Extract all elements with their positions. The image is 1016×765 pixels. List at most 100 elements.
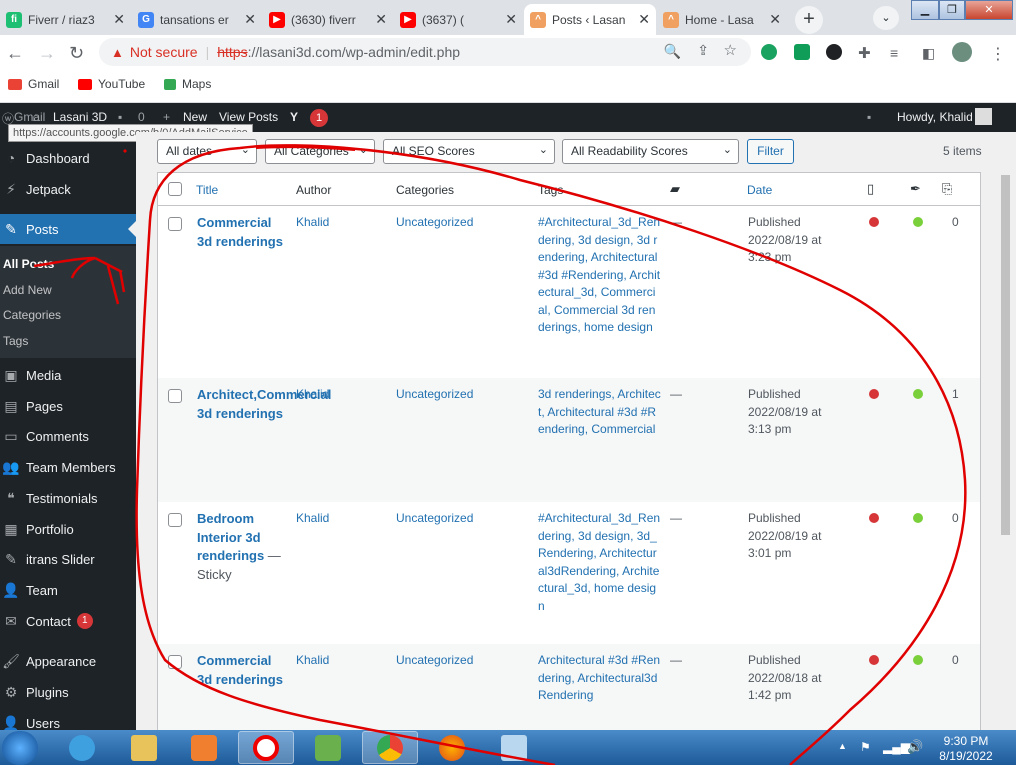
scrollbar-thumb[interactable] — [1001, 175, 1010, 535]
grammarly-extension-icon[interactable] — [761, 44, 777, 60]
address-bar[interactable]: ▲ Not secure | https ://lasani3d.com/wp-… — [99, 38, 751, 66]
admin-notice-icon[interactable]: ▪ — [867, 110, 871, 124]
sidebar-item-portfolio[interactable]: ▦ Portfolio — [0, 514, 136, 544]
post-title-link[interactable]: Commercial 3d renderings — [197, 653, 283, 687]
post-title-link[interactable]: Bedroom Interior 3d renderings — [197, 511, 264, 563]
filter-button[interactable]: Filter — [747, 139, 794, 164]
readability-filter-select[interactable]: All Readability Scores ⌄ — [562, 139, 739, 164]
profile-avatar[interactable] — [952, 42, 972, 62]
share-icon[interactable]: ⇪ — [697, 42, 709, 59]
post-tags[interactable]: #Architectural_3d_Rendering, 3d design, … — [538, 510, 662, 615]
post-tags[interactable]: #Architectural_3d_Rendering, 3d design, … — [538, 214, 662, 337]
submenu-all-posts[interactable]: All Posts — [3, 257, 54, 271]
volume-icon[interactable]: 🔊 — [907, 739, 923, 755]
sidebar-item-team[interactable]: 👤 Team — [0, 575, 136, 605]
browser-menu-icon[interactable]: ⋮ — [990, 44, 1006, 64]
bookmark-gmail[interactable]: Gmail — [8, 77, 59, 91]
sheets-extension-icon[interactable] — [794, 44, 810, 60]
bookmark-star-icon[interactable]: ☆ — [724, 41, 737, 59]
select-all-checkbox[interactable] — [168, 182, 182, 196]
row-checkbox[interactable] — [168, 217, 182, 231]
post-author-link[interactable]: Khalid — [296, 386, 329, 404]
post-category-link[interactable]: Uncategorized — [396, 214, 473, 232]
taskbar-opera[interactable] — [238, 731, 294, 764]
new-tab-button[interactable]: + — [795, 6, 823, 34]
browser-tab[interactable]: fi Fiverr / riaz3 ✕ — [0, 4, 131, 35]
g-extension-icon[interactable] — [826, 44, 842, 60]
new-content-link[interactable]: New — [183, 110, 207, 124]
sidebar-item-itrans-slider[interactable]: ✎ itrans Slider — [0, 544, 136, 574]
post-category-link[interactable]: Uncategorized — [396, 386, 473, 404]
howdy-user-link[interactable]: Howdy, Khalid — [897, 110, 973, 124]
post-author-link[interactable]: Khalid — [296, 652, 329, 670]
start-button[interactable] — [2, 731, 38, 765]
seo-filter-select[interactable]: All SEO Scores ⌄ — [383, 139, 555, 164]
sidebar-item-comments[interactable]: ▭ Comments — [0, 421, 136, 451]
tab-close-icon[interactable]: ✕ — [638, 11, 650, 28]
not-secure-label[interactable]: Not secure — [130, 44, 198, 60]
tab-close-icon[interactable]: ✕ — [244, 11, 256, 28]
reload-icon[interactable]: ↻ — [69, 43, 84, 64]
show-hidden-icons[interactable]: ▲ — [838, 741, 847, 751]
row-checkbox[interactable] — [168, 655, 182, 669]
taskbar-ie[interactable] — [54, 731, 110, 764]
post-author-link[interactable]: Khalid — [296, 510, 329, 528]
browser-tab[interactable]: ▶ (3630) fiverr ✕ — [263, 4, 393, 35]
browser-tab[interactable]: ▶ (3637) (✕ — [394, 4, 523, 35]
comments-count[interactable]: 0 — [138, 110, 145, 124]
taskbar-chrome[interactable] — [362, 731, 418, 764]
window-close-button[interactable]: ✕ — [965, 0, 1013, 20]
taskbar-app[interactable] — [486, 731, 542, 764]
submenu-categories[interactable]: Categories — [3, 308, 61, 322]
post-tags[interactable]: Architectural #3d #Rendering, Architectu… — [538, 652, 662, 705]
forward-arrow-icon[interactable]: → — [38, 43, 56, 64]
taskbar-3gp[interactable] — [300, 731, 356, 764]
taskbar-explorer[interactable] — [116, 731, 172, 764]
sidebar-item-posts[interactable]: ✎ Posts — [0, 214, 136, 244]
sidebar-item-plugins[interactable]: ⚙ Plugins — [0, 677, 136, 707]
maximize-button[interactable]: ❐ — [939, 0, 965, 20]
sidebar-item-appearance[interactable]: 🖌 Appearance — [0, 646, 136, 676]
network-signal-icon[interactable]: ▂▄▆ — [883, 740, 910, 754]
sidebar-item-dashboard[interactable]: ◔ Dashboard — [0, 143, 136, 173]
tab-close-icon[interactable]: ✕ — [505, 11, 517, 28]
category-filter-select[interactable]: All Categories ⌄ — [265, 139, 375, 164]
tab-close-icon[interactable]: ✕ — [769, 11, 781, 28]
sidebar-item-testimonials[interactable]: ❝ Testimonials — [0, 483, 136, 513]
home-icon[interactable]: ⌂ — [32, 110, 39, 124]
notification-badge[interactable]: 1 — [310, 109, 328, 127]
user-avatar[interactable] — [975, 108, 992, 125]
comments-column-icon[interactable]: ▰ — [670, 181, 680, 197]
submenu-tags[interactable]: Tags — [3, 334, 28, 348]
sidebar-item-team-members[interactable]: 👥 Team Members — [0, 452, 136, 482]
browser-tab[interactable]: ^ Posts ‹ Lasan ✕ — [524, 4, 656, 35]
reading-list-icon[interactable]: ≡ — [890, 45, 898, 61]
taskbar-firefox[interactable] — [424, 731, 480, 764]
post-tags[interactable]: 3d renderings, Architect, Architectural … — [538, 386, 662, 439]
back-arrow-icon[interactable]: ← — [6, 43, 24, 64]
zoom-icon[interactable]: 🔍 — [664, 43, 681, 60]
tab-close-icon[interactable]: ✕ — [113, 11, 125, 28]
taskbar-media[interactable] — [176, 731, 232, 764]
extensions-puzzle-icon[interactable]: ✚ — [858, 44, 871, 62]
row-checkbox[interactable] — [168, 389, 182, 403]
post-title-link[interactable]: Commercial 3d renderings — [197, 215, 283, 249]
column-date-header[interactable]: Date — [747, 183, 772, 197]
column-title-header[interactable]: Title — [196, 183, 218, 197]
bookmark-maps[interactable]: Maps — [164, 77, 211, 91]
sidebar-item-jetpack[interactable]: ⚡ Jetpack — [0, 174, 136, 204]
date-filter-select[interactable]: All dates ⌄ — [157, 139, 257, 164]
sidebar-item-pages[interactable]: ▤ Pages — [0, 391, 136, 421]
comment-bubble-icon[interactable]: ▪ — [118, 110, 122, 124]
minimize-button[interactable]: ▁ — [911, 0, 939, 20]
side-panel-icon[interactable]: ◧ — [922, 45, 935, 62]
sidebar-item-contact[interactable]: ✉ Contact 1 — [0, 606, 136, 636]
browser-tab[interactable]: ^ Home - Lasa ✕ — [657, 4, 787, 35]
browser-tab[interactable]: Gtansations er ✕ — [132, 4, 262, 35]
post-author-link[interactable]: Khalid — [296, 214, 329, 232]
yoast-icon[interactable]: Y — [290, 110, 298, 124]
sidebar-item-media[interactable]: ▣ Media — [0, 360, 136, 390]
tab-close-icon[interactable]: ✕ — [375, 11, 387, 28]
tab-search-icon[interactable]: ⌄ — [873, 6, 899, 30]
post-category-link[interactable]: Uncategorized — [396, 510, 473, 528]
